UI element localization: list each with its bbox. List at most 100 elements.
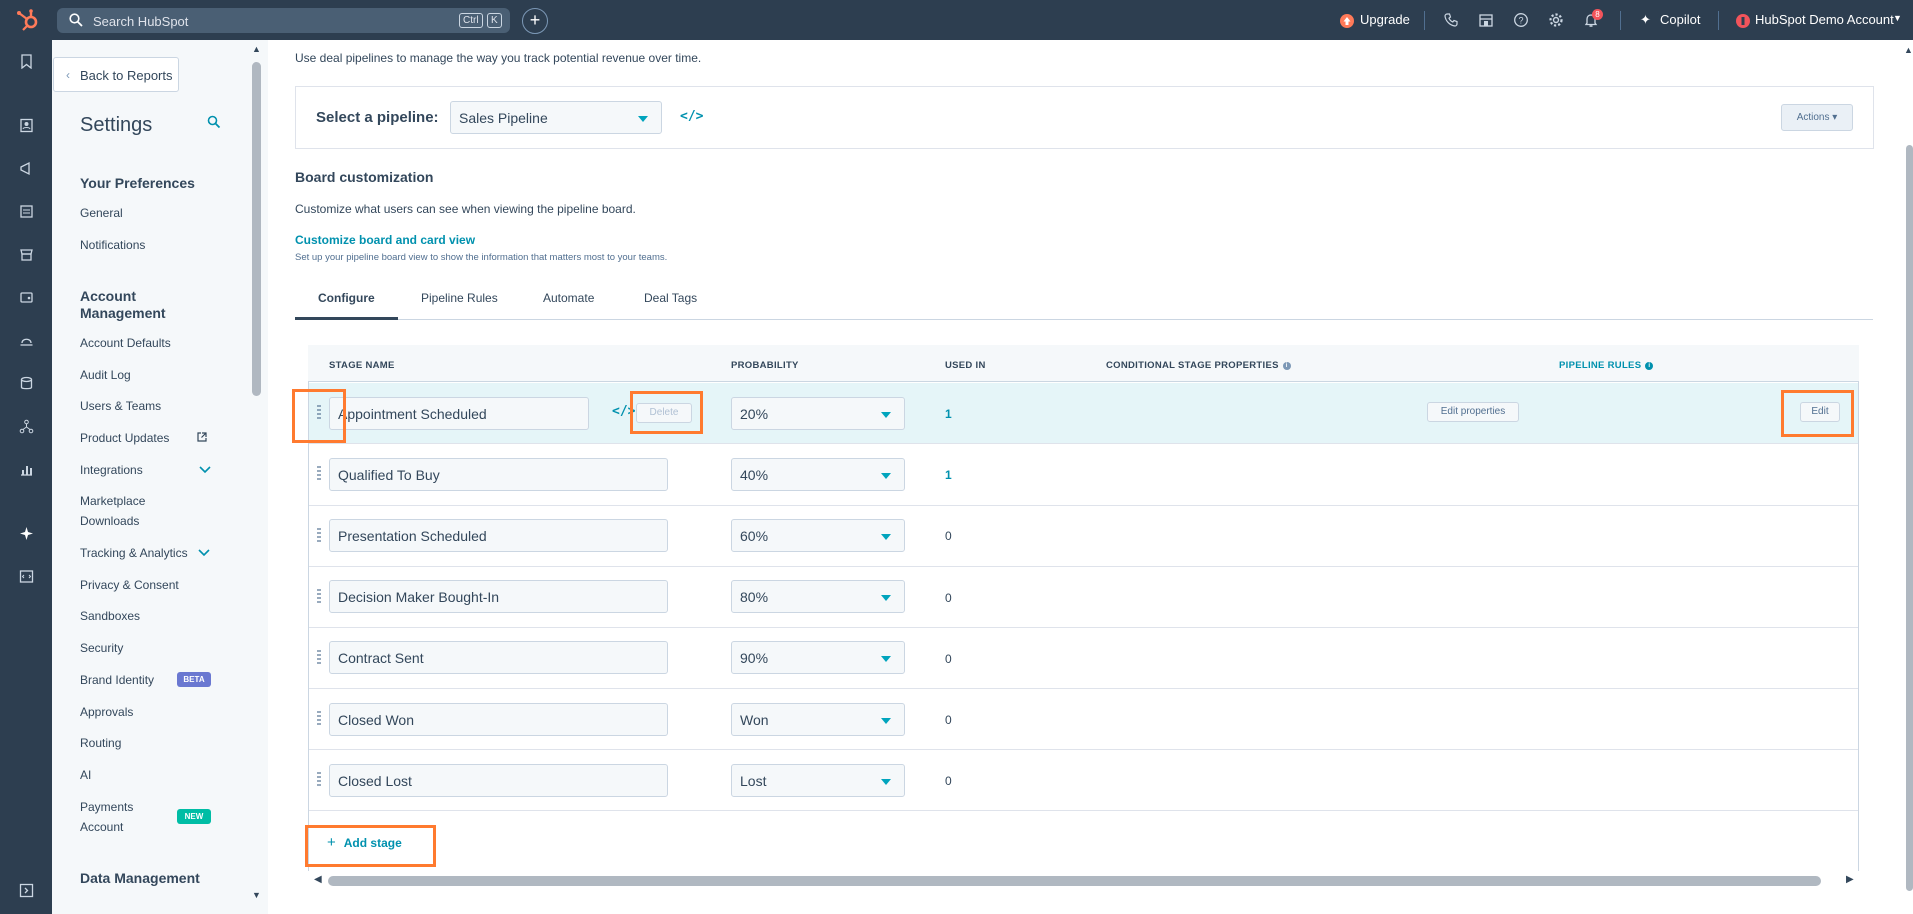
stage-name-input[interactable]: Closed Lost bbox=[329, 764, 668, 797]
stage-name-input[interactable]: Appointment Scheduled bbox=[329, 397, 589, 430]
sidebar-item-integrations[interactable]: Integrations bbox=[80, 460, 143, 480]
probability-value: 20% bbox=[740, 405, 769, 422]
probability-select[interactable]: 60% bbox=[731, 519, 905, 552]
probability-select[interactable]: 40% bbox=[731, 458, 905, 491]
sidebar-item-account-defaults[interactable]: Account Defaults bbox=[80, 333, 171, 353]
stage-name-input[interactable]: Closed Won bbox=[329, 703, 668, 736]
info-icon[interactable]: i bbox=[1645, 362, 1654, 370]
search-icon[interactable] bbox=[207, 115, 221, 129]
stage-name-input[interactable]: Contract Sent bbox=[329, 641, 668, 674]
highlight-edit-button bbox=[1781, 390, 1854, 437]
sidebar-item-general[interactable]: General bbox=[80, 203, 123, 223]
sales-icon[interactable] bbox=[19, 290, 34, 305]
content-icon[interactable] bbox=[19, 204, 34, 219]
hubspot-logo-icon[interactable] bbox=[16, 9, 40, 31]
drag-handle-icon[interactable] bbox=[317, 772, 321, 788]
sidebar-item-users-teams[interactable]: Users & Teams bbox=[80, 396, 161, 416]
stage-name-input[interactable]: Presentation Scheduled bbox=[329, 519, 668, 552]
used-in-count: 0 bbox=[945, 591, 952, 605]
drag-handle-icon[interactable] bbox=[317, 528, 321, 544]
sidebar-scrollbar-thumb[interactable] bbox=[252, 62, 261, 396]
drag-handle-icon[interactable] bbox=[317, 711, 321, 727]
probability-select[interactable]: Lost bbox=[731, 764, 905, 797]
collapse-nav-icon[interactable] bbox=[19, 883, 34, 898]
gear-icon[interactable] bbox=[1548, 12, 1564, 28]
chevron-down-icon[interactable] bbox=[198, 549, 210, 557]
copilot-sparkle-icon: ✦ bbox=[1640, 12, 1651, 27]
pipeline-select[interactable]: Sales Pipeline bbox=[450, 101, 662, 134]
account-menu[interactable]: HubSpot Demo Account bbox=[1755, 12, 1894, 27]
edit-properties-button[interactable]: Edit properties bbox=[1427, 402, 1519, 422]
back-to-reports-button[interactable]: ‹ Back to Reports bbox=[53, 57, 179, 92]
scroll-left-arrow-icon[interactable]: ◀ bbox=[314, 874, 322, 885]
caret-down-icon bbox=[881, 718, 891, 724]
page-vertical-scrollbar[interactable] bbox=[1906, 145, 1913, 891]
automation-icon[interactable] bbox=[19, 419, 34, 434]
sidebar-item-privacy-consent[interactable]: Privacy & Consent bbox=[80, 575, 179, 595]
sidebar-item-sandboxes[interactable]: Sandboxes bbox=[80, 606, 140, 626]
tab-pipeline-rules[interactable]: Pipeline Rules bbox=[421, 291, 498, 305]
tab-configure[interactable]: Configure bbox=[318, 291, 375, 305]
database-icon[interactable] bbox=[19, 376, 34, 391]
create-new-button[interactable]: + bbox=[522, 8, 548, 34]
scroll-down-arrow-icon[interactable]: ▼ bbox=[252, 890, 261, 900]
copilot-button[interactable]: Copilot bbox=[1660, 12, 1700, 27]
external-link-icon bbox=[197, 432, 207, 442]
reporting-icon[interactable] bbox=[19, 462, 34, 477]
column-header-conditional-properties: CONDITIONAL STAGE PROPERTIES i bbox=[1106, 360, 1291, 371]
sidebar-item-tracking-analytics[interactable]: Tracking & Analytics bbox=[80, 543, 188, 563]
sidebar-item-ai[interactable]: AI bbox=[80, 765, 91, 785]
stage-name-input[interactable]: Qualified To Buy bbox=[329, 458, 668, 491]
chevron-down-icon[interactable] bbox=[199, 466, 211, 474]
page-scroll-up-arrow-icon[interactable]: ▲ bbox=[1904, 45, 1913, 55]
phone-icon[interactable] bbox=[1443, 12, 1459, 28]
probability-select[interactable]: 80% bbox=[731, 580, 905, 613]
service-icon[interactable] bbox=[19, 333, 34, 348]
used-in-count[interactable]: 1 bbox=[945, 468, 952, 482]
sidebar-item-audit-log[interactable]: Audit Log bbox=[80, 365, 131, 385]
sidebar-item-notifications[interactable]: Notifications bbox=[80, 235, 145, 255]
sidebar-item-security[interactable]: Security bbox=[80, 638, 123, 658]
probability-select[interactable]: 90% bbox=[731, 641, 905, 674]
sidebar-item-product-updates[interactable]: Product Updates bbox=[80, 428, 169, 448]
table-horizontal-scrollbar[interactable] bbox=[328, 876, 1821, 886]
global-search-input[interactable]: Search HubSpot Ctrl K bbox=[57, 8, 510, 33]
sidebar-item-approvals[interactable]: Approvals bbox=[80, 702, 133, 722]
bookmark-icon[interactable] bbox=[19, 54, 34, 69]
embed-code-icon[interactable]: </> bbox=[680, 109, 703, 124]
search-icon bbox=[69, 13, 83, 27]
commerce-icon[interactable] bbox=[19, 247, 34, 262]
section-account-management: Account Management bbox=[80, 288, 166, 321]
caret-down-icon bbox=[881, 473, 891, 479]
used-in-count[interactable]: 1 bbox=[945, 407, 952, 421]
marketing-megaphone-icon[interactable] bbox=[19, 161, 34, 176]
probability-select[interactable]: 20% bbox=[731, 397, 905, 430]
column-header-pipeline-rules[interactable]: PIPELINE RULES i bbox=[1559, 360, 1654, 371]
sidebar-item-payments-account[interactable]: Payments Account bbox=[80, 797, 150, 837]
marketplace-icon[interactable] bbox=[1478, 12, 1494, 28]
probability-select[interactable]: Won bbox=[731, 703, 905, 736]
contacts-icon[interactable] bbox=[19, 118, 34, 133]
customize-board-link[interactable]: Customize board and card view bbox=[295, 233, 475, 247]
scroll-right-arrow-icon[interactable]: ▶ bbox=[1846, 874, 1854, 885]
chevron-down-icon[interactable]: ▼ bbox=[1893, 13, 1902, 23]
shortcut-ctrl-key: Ctrl bbox=[459, 13, 483, 28]
info-icon[interactable]: i bbox=[1282, 362, 1291, 370]
stage-name-input[interactable]: Decision Maker Bought-In bbox=[329, 580, 668, 613]
breeze-sparkle-icon[interactable] bbox=[19, 526, 34, 541]
sidebar-item-brand-identity[interactable]: Brand Identity bbox=[80, 670, 154, 690]
drag-handle-icon[interactable] bbox=[317, 466, 321, 482]
tab-automate[interactable]: Automate bbox=[543, 291, 594, 305]
sidebar-item-routing[interactable]: Routing bbox=[80, 733, 121, 753]
upgrade-link[interactable]: Upgrade bbox=[1360, 12, 1410, 27]
tab-deal-tags[interactable]: Deal Tags bbox=[644, 291, 697, 305]
help-icon[interactable]: ? bbox=[1513, 12, 1529, 28]
sidebar-item-marketplace-downloads[interactable]: Marketplace Downloads bbox=[80, 491, 200, 531]
drag-handle-icon[interactable] bbox=[317, 650, 321, 666]
developer-icon[interactable] bbox=[19, 569, 34, 584]
caret-down-icon bbox=[881, 534, 891, 540]
caret-down-icon bbox=[881, 656, 891, 662]
scroll-up-arrow-icon[interactable]: ▲ bbox=[252, 44, 261, 54]
actions-dropdown-button[interactable]: Actions ▾ bbox=[1781, 104, 1853, 131]
drag-handle-icon[interactable] bbox=[317, 589, 321, 605]
